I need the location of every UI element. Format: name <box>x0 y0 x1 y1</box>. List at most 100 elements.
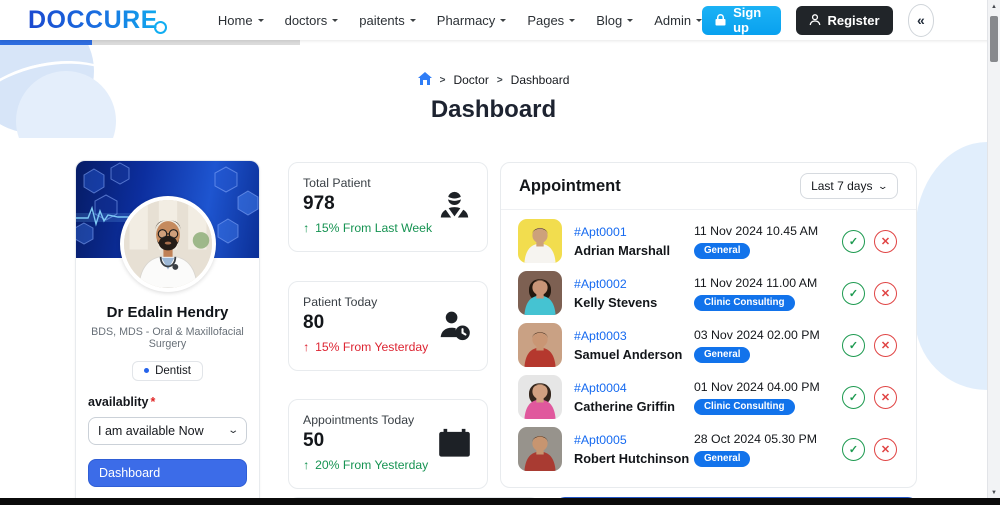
chevron-down-icon <box>500 19 507 25</box>
appointment-type-badge: General <box>693 450 751 467</box>
appointment-datetime: 28 Oct 2024 05.30 PM <box>693 431 817 446</box>
nav-item-label: paitents <box>359 12 405 28</box>
appointment-id-link[interactable]: #Apt0005 <box>574 433 694 447</box>
appointment-panel: Appointment Last 7 days ⌄ #Apt0001 Adria… <box>500 162 917 488</box>
stat-card: Patient Today 80 ↑ 15% From Yesterday <box>288 281 488 371</box>
doctor-name: Dr Edalin Hendry <box>106 304 229 321</box>
nav-item-pages[interactable]: Pages <box>527 12 576 28</box>
progress-sliver-blue <box>0 40 92 45</box>
appointment-header: Appointment Last 7 days ⌄ <box>501 163 916 210</box>
trend-up-icon: ↑ <box>303 458 310 472</box>
trend-up-icon: ↑ <box>303 340 310 354</box>
breadcrumb-band: > Doctor > Dashboard Dashboard <box>0 45 987 138</box>
confirm-appointment-button[interactable]: ✓ <box>842 437 865 461</box>
main-nav: Home doctors paitents Pharmacy Pages Blo… <box>218 12 703 28</box>
appointment-row: #Apt0005 Robert Hutchinson 28 Oct 2024 0… <box>518 423 899 475</box>
appointment-id-link[interactable]: #Apt0003 <box>574 329 694 343</box>
cancel-appointment-button[interactable]: ✕ <box>874 281 897 305</box>
doctor-icon <box>437 189 472 224</box>
scrollbar-thumb[interactable] <box>990 16 998 62</box>
appointment-row: #Apt0001 Adrian Marshall 11 Nov 2024 10.… <box>518 215 899 267</box>
nav-item-label: Pharmacy <box>436 12 496 28</box>
availability-value: I am available Now <box>98 423 204 438</box>
confirm-appointment-button[interactable]: ✓ <box>842 385 865 409</box>
chevron-down-icon <box>627 19 634 25</box>
cancel-appointment-button[interactable]: ✕ <box>874 333 897 357</box>
nav-item-home[interactable]: Home <box>218 13 264 28</box>
cancel-appointment-button[interactable]: ✕ <box>874 385 897 409</box>
stat-label: Appointments Today <box>303 413 415 427</box>
doccure-logo[interactable]: DOCCURE <box>28 6 167 35</box>
appointment-type-badge: General <box>693 346 751 363</box>
progress-sliver-gray <box>92 40 300 45</box>
window-bottom-edge <box>0 498 1000 505</box>
chevron-down-icon <box>257 19 264 25</box>
required-asterisk: * <box>150 394 156 409</box>
nav-item-admin[interactable]: Admin <box>654 13 703 28</box>
sidebar-item-dashboard[interactable]: Dashboard <box>88 458 247 487</box>
nav-item-label: Home <box>217 12 253 28</box>
dot-icon <box>144 368 150 373</box>
header-actions: Sign up Register « <box>702 3 935 37</box>
cancel-appointment-button[interactable]: ✕ <box>874 437 897 461</box>
patient-avatar <box>518 323 562 367</box>
appointment-id-link[interactable]: #Apt0001 <box>574 225 694 239</box>
confirm-appointment-button[interactable]: ✓ <box>842 281 865 305</box>
patient-name: Kelly Stevens <box>574 294 658 310</box>
confirm-appointment-button[interactable]: ✓ <box>842 229 865 253</box>
collapse-chevrons-icon[interactable]: « <box>907 3 935 37</box>
stat-card: Total Patient 978 ↑ 15% From Last Week <box>288 162 488 252</box>
breadcrumb-item-doctor[interactable]: Doctor <box>453 73 488 87</box>
breadcrumb-separator: > <box>439 74 446 86</box>
nav-item-paitents[interactable]: paitents <box>359 13 416 28</box>
appointment-datetime: 11 Nov 2024 10.45 AM <box>693 223 819 238</box>
scroll-down-icon[interactable]: ▼ <box>988 490 1000 496</box>
appointment-row: #Apt0003 Samuel Anderson 03 Nov 2024 02.… <box>518 319 899 371</box>
stat-change-label: 20% From Yesterday <box>315 458 429 472</box>
patient-avatar <box>518 375 562 419</box>
signup-label: Sign up <box>733 5 762 35</box>
date-range-filter[interactable]: Last 7 days ⌄ <box>800 173 898 199</box>
breadcrumb: > Doctor > Dashboard <box>0 72 987 88</box>
availability-select[interactable]: I am available Now ⌄ <box>88 416 247 445</box>
nav-item-label: doctors <box>284 12 328 28</box>
stat-change-label: 15% From Yesterday <box>315 340 429 354</box>
patient-clock-icon <box>437 308 472 343</box>
doctor-qualification: BDS, MDS - Oral & Maxillofacial Surgery <box>91 326 244 350</box>
lock-icon <box>715 14 726 26</box>
availability-label: availablity * <box>88 394 156 409</box>
breadcrumb-item-dashboard: Dashboard <box>510 73 570 87</box>
cancel-appointment-button[interactable]: ✕ <box>874 229 897 253</box>
person-icon <box>809 14 821 26</box>
appointment-id-link[interactable]: #Apt0004 <box>574 381 694 395</box>
appointment-datetime: 03 Nov 2024 02.00 PM <box>693 327 820 342</box>
nav-item-pharmacy[interactable]: Pharmacy <box>437 13 507 28</box>
home-icon[interactable] <box>417 72 432 88</box>
nav-item-doctors[interactable]: doctors <box>285 13 339 28</box>
calendar-icon <box>437 426 472 461</box>
nav-item-label: Pages <box>527 12 565 28</box>
doctor-profile-card: Dr Edalin Hendry BDS, MDS - Oral & Maxil… <box>75 160 260 505</box>
scroll-up-icon[interactable]: ▲ <box>988 4 1000 10</box>
top-navbar: DOCCURE Home doctors paitents Pharmacy P… <box>0 0 1000 40</box>
stat-label: Patient Today <box>303 295 378 309</box>
patient-avatar <box>518 219 562 263</box>
stat-change-label: 15% From Last Week <box>315 221 433 235</box>
trend-up-icon: ↑ <box>303 221 310 235</box>
appointment-id-link[interactable]: #Apt0002 <box>574 277 694 291</box>
patient-avatar <box>518 271 562 315</box>
register-button[interactable]: Register <box>795 5 893 35</box>
patient-name: Robert Hutchinson <box>574 450 690 466</box>
register-label: Register <box>827 12 880 28</box>
patient-name: Adrian Marshall <box>574 242 671 258</box>
appointment-row: #Apt0002 Kelly Stevens 11 Nov 2024 11.00… <box>518 267 899 319</box>
chevron-down-icon <box>569 19 576 25</box>
confirm-appointment-button[interactable]: ✓ <box>842 333 865 357</box>
specialty-label: Dentist <box>155 364 191 377</box>
appointment-datetime: 01 Nov 2024 04.00 PM <box>693 379 820 394</box>
doctor-photo <box>119 196 216 292</box>
page-title: Dashboard <box>430 96 557 123</box>
vertical-scrollbar[interactable]: ▲ ▼ <box>987 0 1000 505</box>
nav-item-blog[interactable]: Blog <box>596 13 634 28</box>
signup-button[interactable]: Sign up <box>702 5 781 35</box>
